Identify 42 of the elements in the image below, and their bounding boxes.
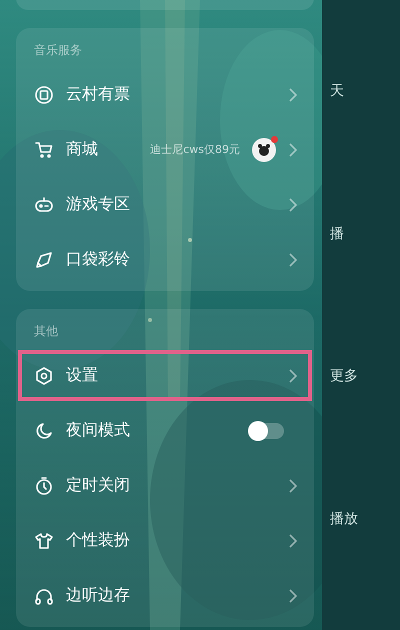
cart-icon xyxy=(34,140,54,160)
chevron-icon xyxy=(288,198,298,212)
menu-label: 游戏专区 xyxy=(66,194,131,215)
page-text: 天 xyxy=(330,82,345,100)
menu-item[interactable]: 商城 迪士尼cws仅89元 xyxy=(16,122,314,177)
rocket-icon xyxy=(34,250,54,270)
menu-label: 夜间模式 xyxy=(66,420,131,441)
menu-item[interactable]: 游戏专区 xyxy=(16,177,314,232)
bear-icon xyxy=(257,142,271,156)
menu-item[interactable]: 云村有票 xyxy=(16,67,314,122)
shirt-icon xyxy=(34,530,54,550)
chevron-icon xyxy=(288,534,298,548)
chevron-icon xyxy=(288,478,298,492)
menu-label: 云村有票 xyxy=(66,84,131,105)
menu-label: 口袋彩铃 xyxy=(66,249,131,270)
menu-item[interactable]: 设置 xyxy=(16,348,314,403)
timer-icon xyxy=(34,476,54,496)
menu-item[interactable]: 边听边存 xyxy=(16,568,314,623)
menu-item[interactable]: 定时关闭 xyxy=(16,458,314,513)
chevron-icon xyxy=(288,368,298,382)
robot-icon xyxy=(34,194,54,214)
section-title: 其他 xyxy=(33,323,59,340)
menu-label: 设置 xyxy=(66,365,99,386)
chevron-icon xyxy=(288,142,298,156)
menu-label: 个性装扮 xyxy=(66,530,131,551)
page-text: 播放 xyxy=(330,510,359,528)
moon-icon xyxy=(34,420,54,440)
menu-label: 商城 xyxy=(66,139,99,160)
page-text: 播 xyxy=(330,224,345,243)
settings-icon xyxy=(34,366,54,386)
menu-item[interactable]: 个性装扮 xyxy=(16,513,314,568)
menu-item[interactable]: 夜间模式 xyxy=(16,403,314,458)
menu-label: 边听边存 xyxy=(66,585,131,606)
section-title: 音乐服务 xyxy=(33,42,83,59)
menu-item[interactable]: 口袋彩铃 xyxy=(16,232,314,287)
chevron-icon xyxy=(288,252,298,266)
ticket-icon xyxy=(34,84,54,104)
page-text: 更多 xyxy=(330,367,359,386)
promo-text: 迪士尼cws仅89元 xyxy=(150,142,240,157)
chevron-icon xyxy=(288,588,298,602)
chevron-icon xyxy=(288,88,298,102)
menu-label: 定时关闭 xyxy=(66,475,131,496)
